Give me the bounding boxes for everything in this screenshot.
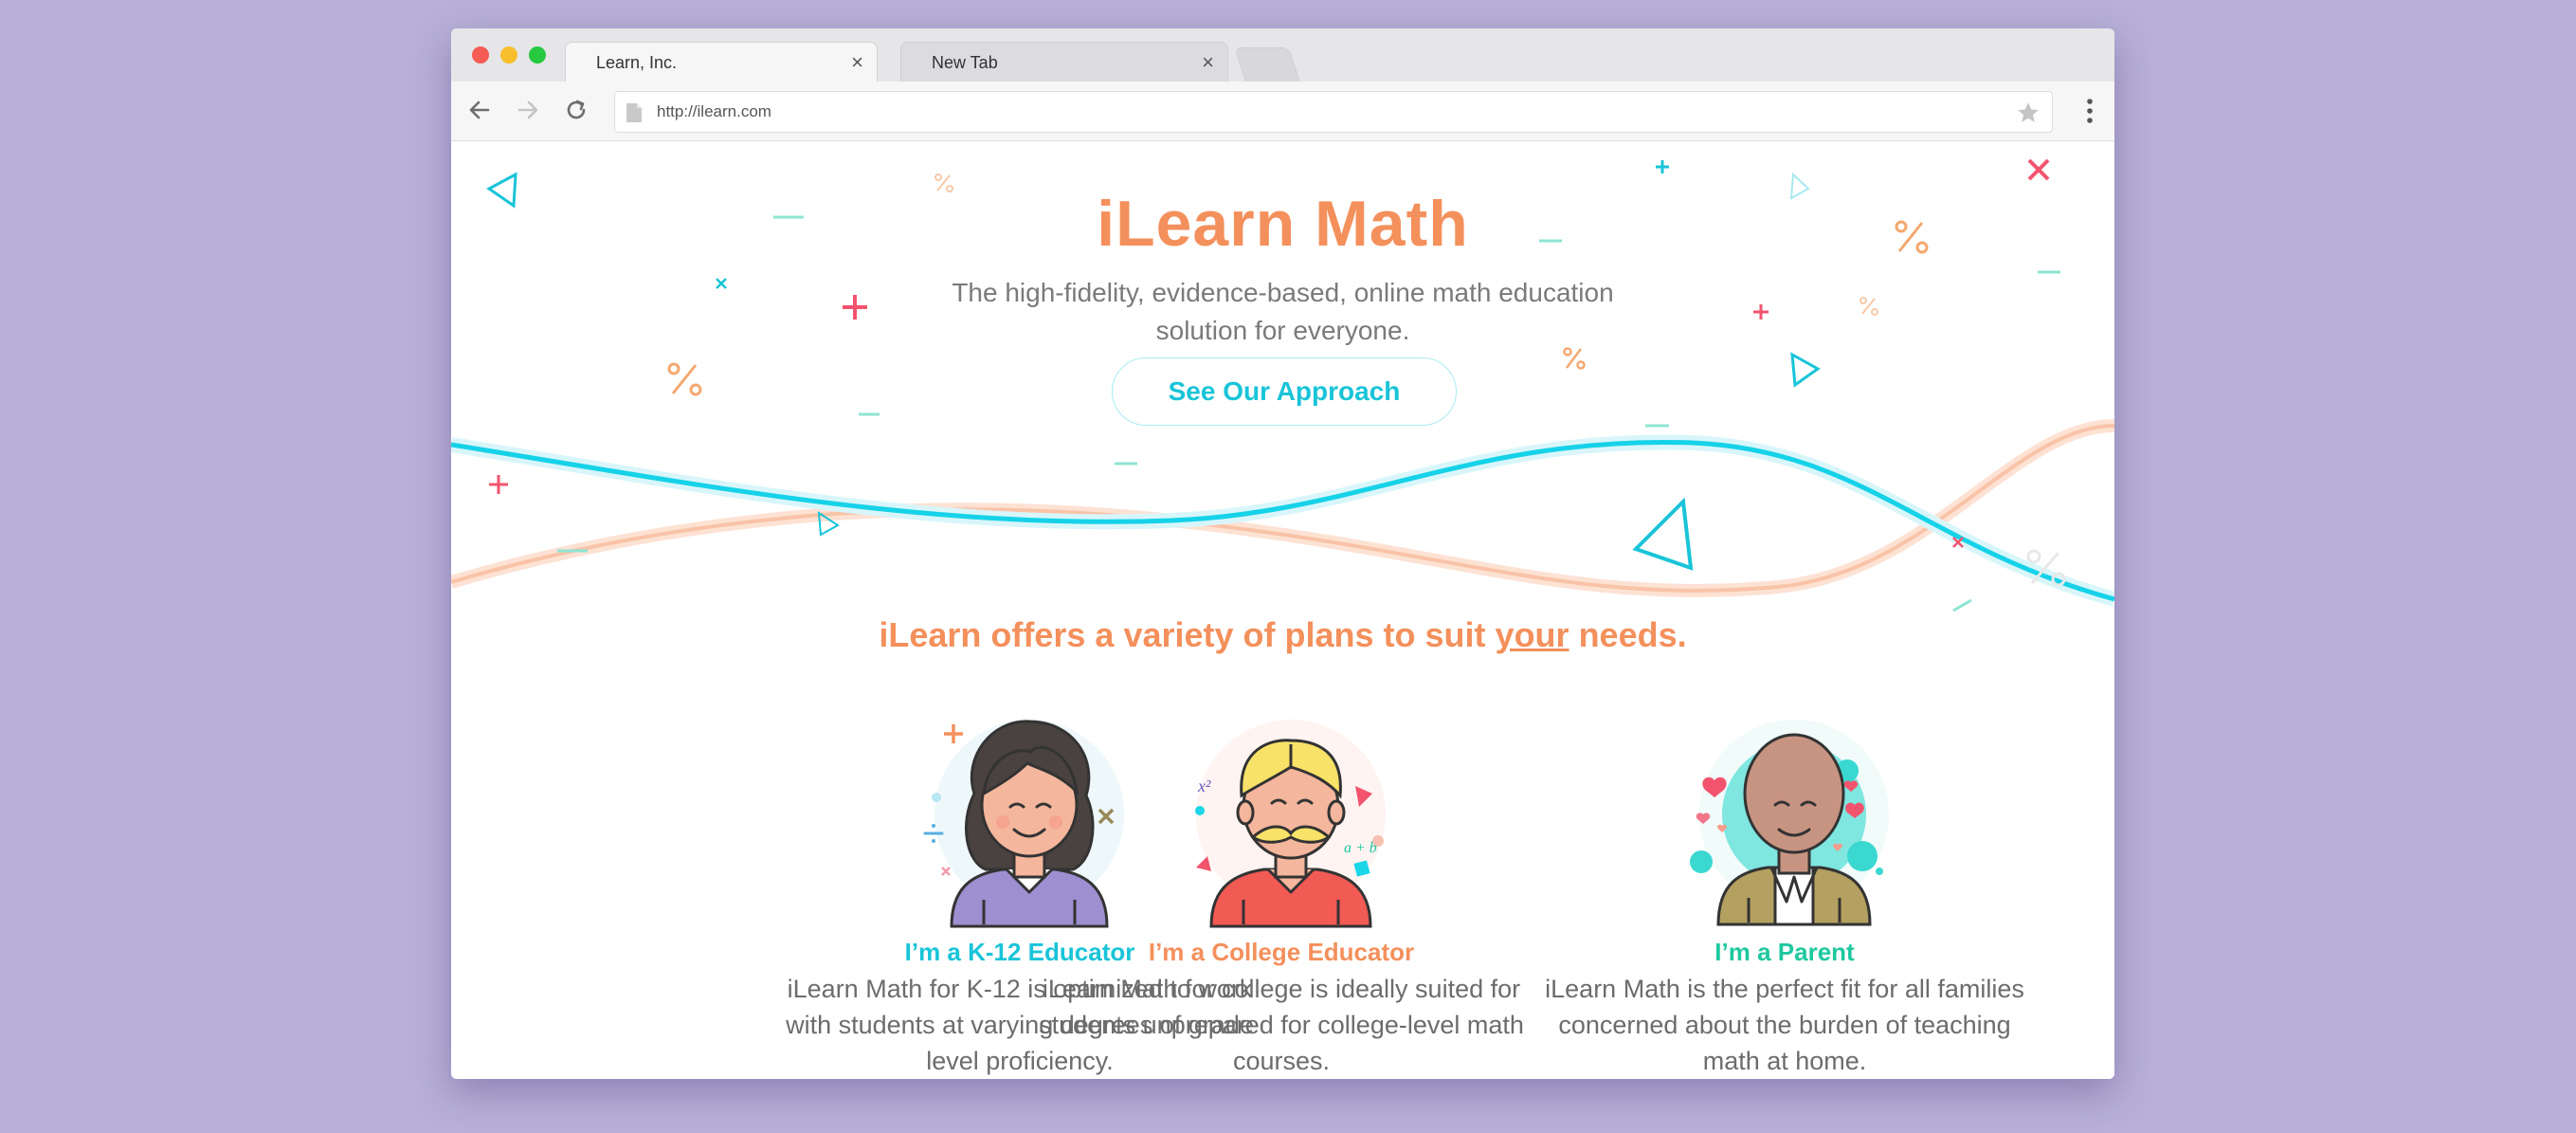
plan-college-description: iLearn Math for college is ideally suite… bbox=[1039, 975, 1524, 1075]
title-bar: Learn, Inc. × New Tab × bbox=[451, 28, 2114, 82]
hero-title: iLearn Math bbox=[1097, 188, 1469, 260]
cyan-wave-glow bbox=[451, 434, 2114, 607]
browser-window: Learn, Inc. × New Tab × http://ilearn.co… bbox=[451, 28, 2114, 1079]
bookmark-star-icon[interactable] bbox=[2016, 101, 2041, 130]
close-tab-icon[interactable]: × bbox=[851, 43, 863, 82]
times-icon bbox=[716, 278, 727, 289]
plans-heading: iLearn offers a variety of plans to suit… bbox=[451, 615, 2114, 655]
plus-icon bbox=[1753, 304, 1769, 320]
cyan-wave bbox=[451, 439, 2114, 602]
minus-icon bbox=[1952, 598, 1972, 612]
percent-icon bbox=[1859, 297, 1878, 316]
parent-avatar bbox=[1690, 720, 1889, 926]
tab-label: Learn, Inc. bbox=[596, 53, 678, 72]
browser-toolbar: http://ilearn.com bbox=[451, 82, 2114, 141]
see-our-approach-button[interactable]: See Our Approach bbox=[1112, 357, 1457, 426]
plan-parent-description: iLearn Math is the perfect fit for all f… bbox=[1545, 975, 2024, 1075]
close-window-button[interactable] bbox=[472, 46, 489, 64]
minimize-window-button[interactable] bbox=[500, 46, 517, 64]
maximize-window-button[interactable] bbox=[529, 46, 546, 64]
reload-icon[interactable] bbox=[559, 93, 593, 127]
url-text[interactable]: http://ilearn.com bbox=[657, 92, 771, 132]
plus-icon bbox=[489, 475, 508, 494]
plans-heading-post: needs. bbox=[1569, 615, 1687, 654]
back-arrow-icon[interactable] bbox=[463, 93, 497, 127]
x-squared-symbol: x² bbox=[1197, 777, 1211, 795]
browser-menu-icon[interactable] bbox=[2086, 99, 2094, 128]
page-icon bbox=[625, 101, 644, 129]
plan-college-educator[interactable]: x² a + b I’m a College Educator iLearn M… bbox=[1035, 682, 1528, 1079]
tab-new-tab[interactable]: New Tab × bbox=[900, 42, 1228, 82]
triangle-icon bbox=[1790, 352, 1821, 388]
plan-college-title[interactable]: I’m a College Educator bbox=[1035, 938, 1528, 967]
triangle-icon bbox=[1632, 497, 1694, 571]
plan-parent[interactable]: I’m a Parent iLearn Math is the perfect … bbox=[1538, 682, 2031, 1079]
a-plus-b-symbol: a + b bbox=[1344, 840, 1377, 856]
plan-parent-title[interactable]: I’m a Parent bbox=[1538, 938, 2031, 967]
tab-learn-inc[interactable]: Learn, Inc. × bbox=[565, 42, 878, 82]
new-tab-button[interactable] bbox=[1234, 47, 1300, 82]
plans-heading-pre: iLearn offers a variety of plans to suit bbox=[879, 615, 1496, 654]
college-educator-avatar: x² a + b bbox=[1195, 720, 1386, 928]
forward-arrow-icon[interactable] bbox=[511, 93, 545, 127]
percent-icon bbox=[667, 362, 702, 396]
plus-icon bbox=[843, 295, 867, 320]
plus-icon bbox=[1656, 160, 1669, 174]
percent-icon bbox=[1563, 347, 1586, 370]
hero-subtitle: The high-fidelity, evidence-based, onlin… bbox=[952, 278, 1614, 345]
address-bar[interactable]: http://ilearn.com bbox=[614, 91, 2053, 133]
tab-label: New Tab bbox=[932, 53, 998, 72]
plans-heading-emphasis: your bbox=[1495, 615, 1569, 654]
page-content: iLearn Math The high-fidelity, evidence-… bbox=[451, 141, 2114, 1079]
close-tab-icon[interactable]: × bbox=[1202, 43, 1214, 82]
times-icon bbox=[2027, 158, 2050, 181]
